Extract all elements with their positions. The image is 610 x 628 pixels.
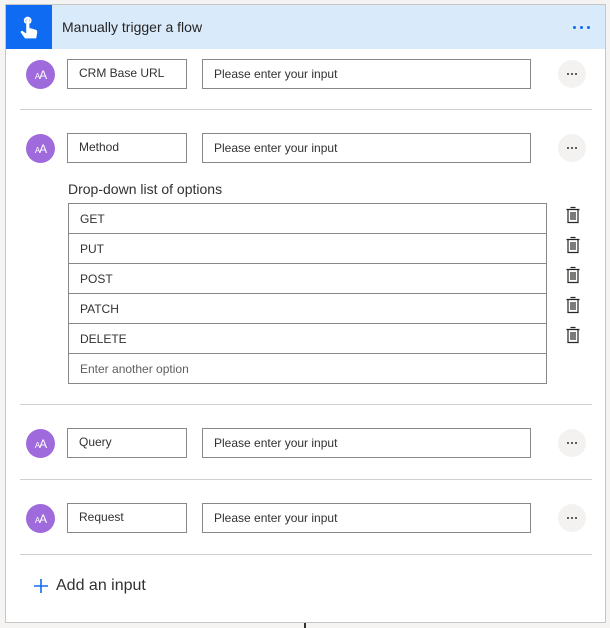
flow-connector	[304, 623, 306, 628]
add-input-button[interactable]: Add an input	[34, 577, 146, 595]
input-row: AA Method Please enter your input	[6, 133, 605, 165]
input-name-field[interactable]: CRM Base URL	[67, 59, 187, 89]
add-input-label: Add an input	[56, 577, 146, 594]
trash-icon[interactable]	[565, 266, 581, 284]
touch-hand-icon	[6, 5, 52, 49]
input-name-field[interactable]: Method	[67, 133, 187, 163]
more-options-button[interactable]	[558, 429, 586, 457]
trash-icon[interactable]	[565, 206, 581, 224]
option-item[interactable]: PUT	[69, 234, 546, 264]
more-options-button[interactable]	[558, 60, 586, 88]
new-option-input[interactable]: Enter another option	[69, 354, 546, 384]
input-value-field[interactable]: Please enter your input	[202, 59, 531, 89]
options-list: GET PUT POST PATCH DELETE Enter another …	[68, 203, 547, 384]
divider	[20, 404, 592, 405]
trash-icon[interactable]	[565, 326, 581, 344]
input-value-field[interactable]: Please enter your input	[202, 428, 531, 458]
options-label: Drop-down list of options	[68, 181, 223, 197]
more-options-button[interactable]	[558, 134, 586, 162]
more-options-button[interactable]	[558, 504, 586, 532]
trash-icon[interactable]	[565, 296, 581, 314]
divider	[20, 479, 592, 480]
text-type-icon: AA	[26, 504, 55, 533]
trash-icon[interactable]	[565, 236, 581, 254]
input-row: AA CRM Base URL Please enter your input	[6, 59, 605, 91]
input-name-field[interactable]: Request	[67, 503, 187, 533]
input-row: AA Query Please enter your input	[6, 428, 605, 460]
more-dots-icon[interactable]	[567, 15, 595, 39]
input-value-field[interactable]: Please enter your input	[202, 503, 531, 533]
card-title: Manually trigger a flow	[62, 19, 203, 35]
card-header[interactable]: Manually trigger a flow	[6, 5, 605, 49]
text-type-icon: AA	[26, 134, 55, 163]
option-item[interactable]: PATCH	[69, 294, 546, 324]
divider	[20, 109, 592, 110]
input-row: AA Request Please enter your input	[6, 503, 605, 535]
text-type-icon: AA	[26, 429, 55, 458]
input-name-field[interactable]: Query	[67, 428, 187, 458]
option-item[interactable]: DELETE	[69, 324, 546, 354]
plus-icon	[34, 579, 48, 593]
input-value-field[interactable]: Please enter your input	[202, 133, 531, 163]
divider	[20, 554, 592, 555]
option-item[interactable]: GET	[69, 204, 546, 234]
text-type-icon: AA	[26, 60, 55, 89]
trigger-card: Manually trigger a flow AA CRM Base URL …	[5, 4, 606, 623]
option-item[interactable]: POST	[69, 264, 546, 294]
